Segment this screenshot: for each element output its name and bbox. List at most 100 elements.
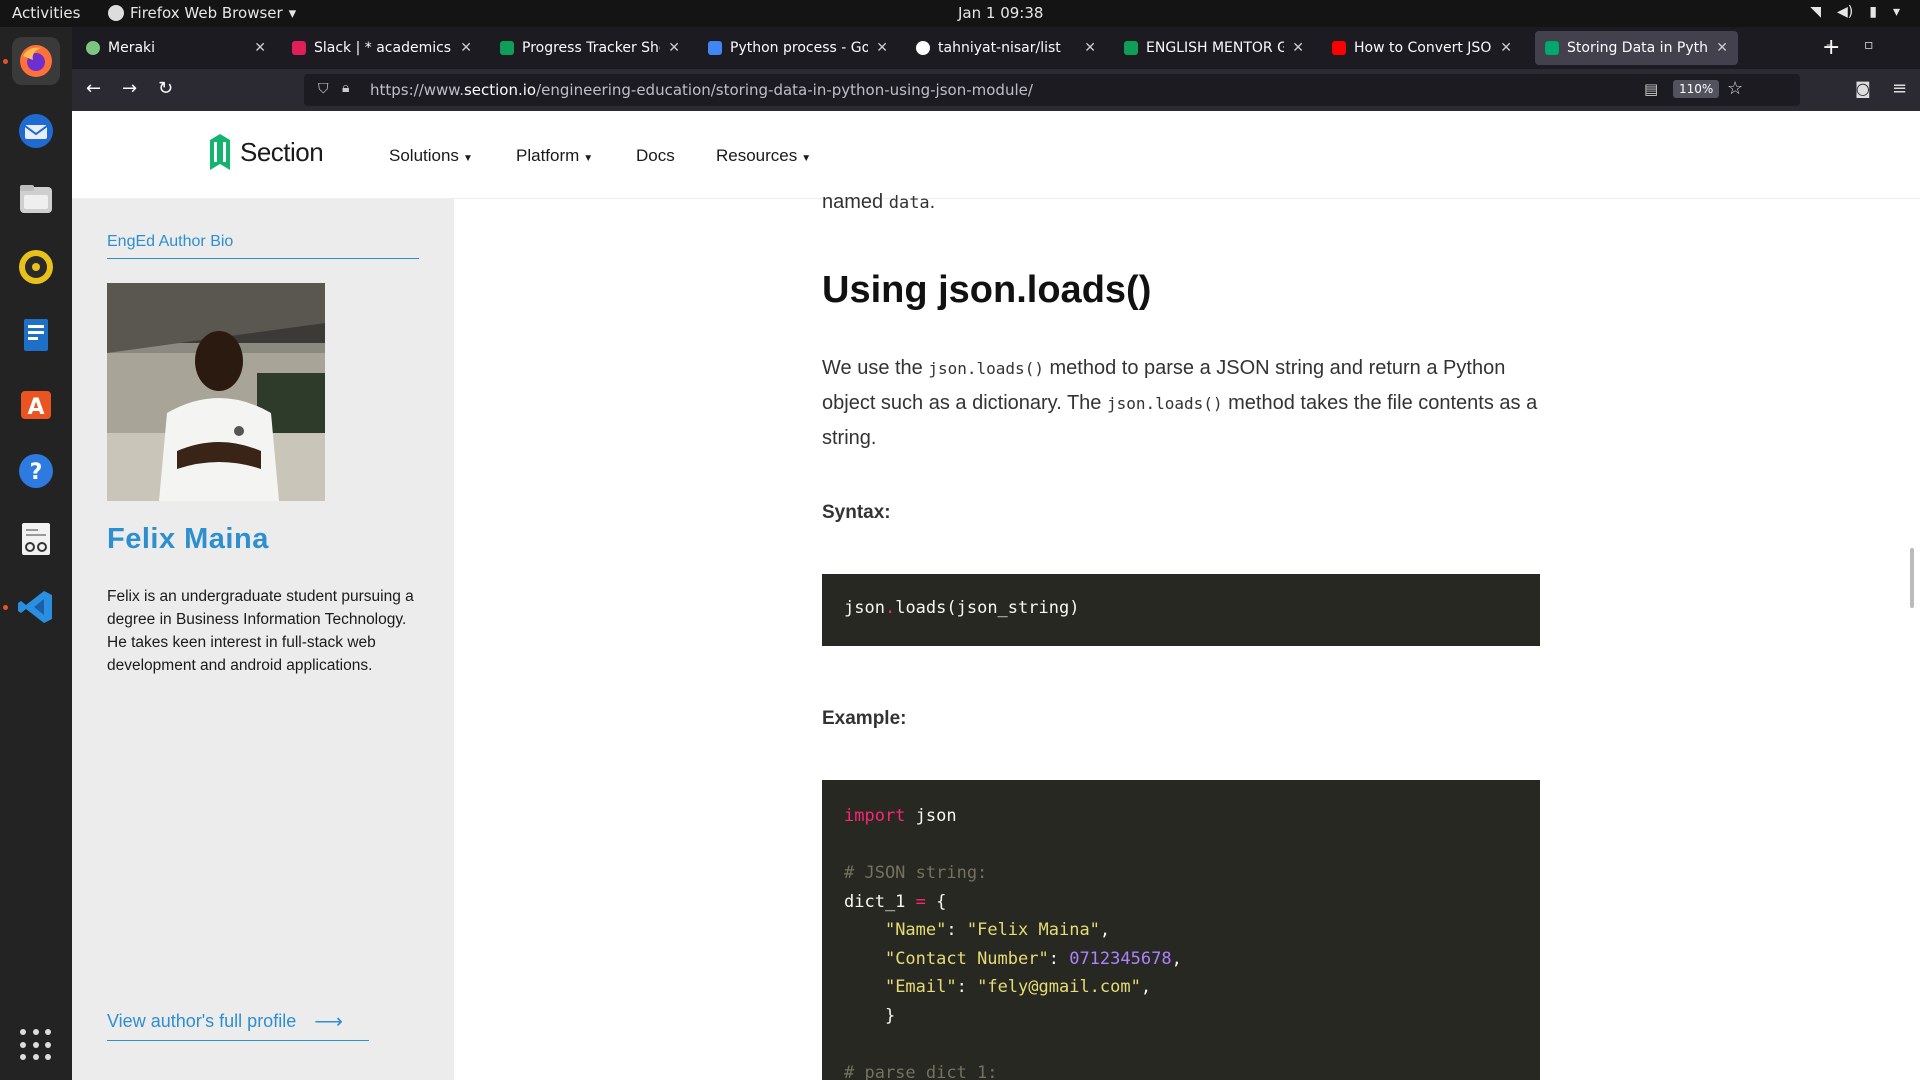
svg-text:?: ? <box>30 460 43 485</box>
youtube-favicon-icon <box>1332 41 1346 55</box>
docs-favicon-icon <box>708 41 722 55</box>
tab-title: Meraki <box>108 40 156 56</box>
author-sidebar: EngEd Author Bio Felix Maina Felix is an… <box>72 199 454 1080</box>
author-bio-label[interactable]: EngEd Author Bio <box>107 233 419 259</box>
minimize-icon[interactable]: – <box>1826 37 1833 53</box>
logo-text: Section <box>240 136 324 167</box>
sheets-favicon-icon <box>500 41 514 55</box>
nav-docs[interactable]: Docs <box>636 146 675 166</box>
syntax-label: Syntax: <box>822 502 891 523</box>
site-header: Section Solutions ▼ Platform ▼ Docs Resour… <box>72 111 1920 199</box>
view-profile-link[interactable]: View author's full profile ⟶ <box>107 1009 369 1041</box>
paragraph: We use the json.loads() method to parse … <box>822 357 1538 449</box>
caret-down-icon: ▼ <box>583 153 594 164</box>
author-photo <box>107 283 325 501</box>
close-icon[interactable]: ✕ <box>1716 40 1728 56</box>
caret-down-icon: ▼ <box>801 153 812 164</box>
tab-python-process[interactable]: Python process - Goog ✕ <box>698 31 898 65</box>
view-profile-label: View author's full profile <box>107 1011 297 1031</box>
tab-progress-tracker[interactable]: Progress Tracker Shee ✕ <box>490 31 690 65</box>
url-text[interactable]: https://www.section.io/engineering-educa… <box>370 81 1033 99</box>
pocket-icon[interactable]: ◙ <box>1855 79 1871 98</box>
chevron-down-icon: ▾ <box>288 4 297 22</box>
help-launcher-icon[interactable]: ? <box>12 447 60 495</box>
address-bar[interactable]: ⛉ 🔒︎ https://www.section.io/engineering-… <box>304 74 1800 106</box>
site-logo[interactable]: Section <box>208 132 324 172</box>
section-favicon-icon <box>1545 41 1559 55</box>
author-name[interactable]: Felix Maina <box>107 523 269 556</box>
tab-title: Storing Data in Python <box>1567 40 1708 56</box>
navigation-bar: ← → ↻ ⛉ 🔒︎ https://www.section.io/engine… <box>72 69 1920 111</box>
close-icon[interactable]: ✕ <box>1292 40 1304 56</box>
show-apps-icon[interactable] <box>20 1029 52 1061</box>
tab-storing-data[interactable]: Storing Data in Python ✕ <box>1535 31 1738 65</box>
vscode-launcher-icon[interactable] <box>12 583 60 631</box>
dock: A ? <box>0 27 72 1080</box>
example-code-block[interactable]: import json # JSON string: dict_1 = { "N… <box>822 780 1540 1080</box>
tab-slack[interactable]: Slack | * academics | N ✕ <box>282 31 482 65</box>
caret-down-icon: ▼ <box>462 153 473 164</box>
tab-english-mentor[interactable]: ENGLISH MENTOR GRO ✕ <box>1114 31 1314 65</box>
zoom-level[interactable]: 110% <box>1673 80 1720 98</box>
volume-icon: ◀) <box>1837 4 1854 20</box>
app-name: Firefox Web Browser <box>130 4 283 22</box>
firefox-launcher-icon[interactable] <box>12 37 60 85</box>
author-bio: Felix is an undergraduate student pursui… <box>107 588 414 674</box>
running-indicator <box>3 59 8 64</box>
slack-favicon-icon <box>292 41 306 55</box>
wifi-icon: ◥ <box>1810 4 1822 20</box>
github-favicon-icon <box>916 41 930 55</box>
thunderbird-launcher-icon[interactable] <box>12 107 60 155</box>
back-icon[interactable]: ← <box>86 78 101 99</box>
close-icon[interactable]: ✕ <box>876 40 888 56</box>
tab-youtube[interactable]: How to Convert JSON ✕ <box>1322 31 1522 65</box>
activities-button[interactable]: Activities <box>12 4 80 22</box>
example-label: Example: <box>822 708 907 729</box>
close-icon[interactable]: ✕ <box>1500 40 1512 56</box>
arrow-right-icon: ⟶ <box>314 1011 343 1033</box>
system-tray[interactable]: ◥ ◀) ▮ ▾ <box>1810 4 1900 20</box>
software-center-launcher-icon[interactable]: A <box>12 379 60 427</box>
section-logo-icon <box>210 134 230 170</box>
tab-meraki[interactable]: Meraki ✕ <box>76 31 276 65</box>
reload-icon[interactable]: ↻ <box>158 78 173 99</box>
shield-icon[interactable]: ⛉ <box>318 81 329 97</box>
nav-solutions[interactable]: Solutions ▼ <box>389 146 473 166</box>
nav-resources[interactable]: Resources ▼ <box>716 146 811 166</box>
svg-text:A: A <box>27 395 44 420</box>
chevron-down-icon: ▾ <box>1892 4 1900 20</box>
syntax-code-block[interactable]: json.loads(json_string) <box>822 574 1540 646</box>
meraki-favicon-icon <box>86 41 100 55</box>
nav-platform[interactable]: Platform ▼ <box>516 146 593 166</box>
tab-title: Python process - Goog <box>730 40 869 56</box>
app-menu[interactable]: Firefox Web Browser ▾ <box>108 4 296 22</box>
tab-github[interactable]: tahniyat-nisar/list ✕ <box>906 31 1106 65</box>
tab-title: Progress Tracker Shee <box>522 40 660 56</box>
hamburger-menu-icon[interactable]: ≡ <box>1892 78 1907 99</box>
clock[interactable]: Jan 1 09:38 <box>958 4 1043 22</box>
forward-icon[interactable]: → <box>122 78 137 99</box>
battery-icon: ▮ <box>1869 4 1877 20</box>
scrollbar-thumb[interactable] <box>1910 548 1914 608</box>
rhythmbox-launcher-icon[interactable] <box>12 243 60 291</box>
lock-icon[interactable]: 🔒︎ <box>342 80 349 96</box>
close-icon[interactable]: ✕ <box>254 40 266 56</box>
running-indicator <box>3 605 8 610</box>
tab-bar: Meraki ✕ Slack | * academics | N ✕ Progr… <box>72 27 1920 69</box>
restore-icon[interactable]: ▫ <box>1864 37 1874 53</box>
text-fragment: named data. <box>822 191 936 213</box>
tab-title: How to Convert JSON <box>1354 40 1493 56</box>
web-page: Section Solutions ▼ Platform ▼ Docs Resour… <box>72 111 1920 1080</box>
files-launcher-icon[interactable] <box>12 175 60 223</box>
tab-title: tahniyat-nisar/list <box>938 40 1061 56</box>
document-viewer-launcher-icon[interactable] <box>12 515 60 563</box>
bookmark-star-icon[interactable]: ☆ <box>1727 78 1743 99</box>
tab-title: Slack | * academics | N <box>314 40 452 56</box>
reader-view-icon[interactable]: ▤ <box>1644 80 1658 98</box>
firefox-icon <box>108 5 124 21</box>
close-icon[interactable]: ✕ <box>1084 40 1096 56</box>
close-icon[interactable]: ✕ <box>460 40 472 56</box>
writer-launcher-icon[interactable] <box>12 311 60 359</box>
section-heading: Using json.loads() <box>822 269 1152 311</box>
close-icon[interactable]: ✕ <box>668 40 680 56</box>
